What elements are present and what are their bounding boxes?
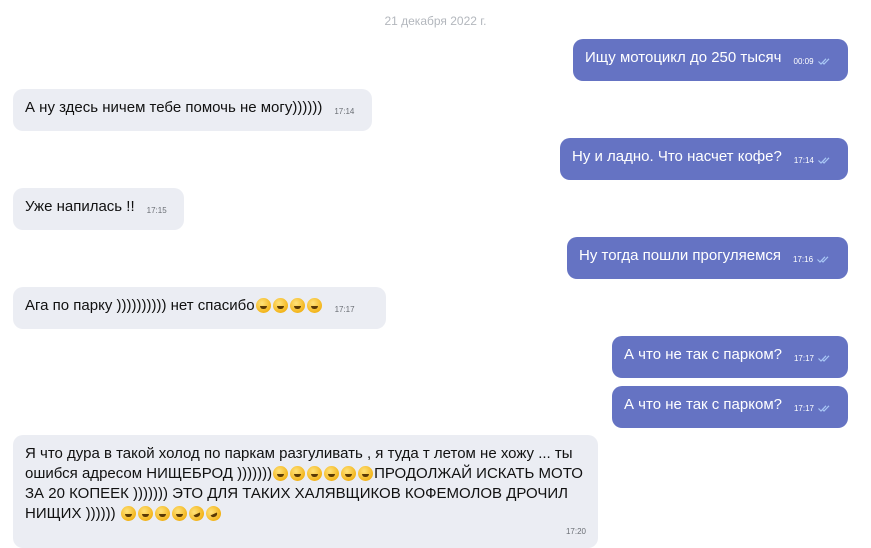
message-outgoing[interactable]: А что не так с парком? 17:17: [612, 336, 848, 378]
message-time: 17:14: [793, 156, 814, 165]
message-meta: 00:09: [794, 50, 830, 72]
message-incoming[interactable]: Уже напилась !! 17:15: [13, 188, 184, 230]
message-meta: 17:20: [37, 520, 586, 542]
rofl-emoji: [186, 503, 207, 524]
message-meta: 17:14: [334, 100, 354, 122]
grinning-sweat-emoji: [272, 298, 288, 313]
message-meta: 17:14: [794, 149, 830, 171]
message-outgoing[interactable]: Ну тогда пошли прогуляемся 17:16: [567, 237, 848, 279]
grinning-sweat-emoji: [358, 466, 374, 481]
message-outgoing[interactable]: А что не так с парком? 17:17: [612, 386, 848, 428]
grinning-sweat-emoji: [255, 298, 271, 313]
double-check-icon: [817, 256, 829, 263]
grinning-sweat-emoji: [273, 466, 289, 481]
message-meta: 17:17: [335, 298, 355, 320]
double-check-icon: [817, 157, 830, 164]
emoji-group: [255, 297, 323, 314]
double-check-icon: [818, 405, 830, 412]
emoji-group: [120, 503, 224, 524]
message-time: 17:17: [793, 404, 814, 413]
message-outgoing[interactable]: Ну и ладно. Что насчет кофе? 17:14: [560, 138, 848, 180]
double-check-icon: [818, 355, 830, 362]
rofl-emoji: [203, 503, 224, 524]
message-text: Ну тогда пошли прогуляемся: [579, 247, 782, 264]
grinning-sweat-emoji: [289, 298, 305, 313]
message-text: Ищу мотоцикл до 250 тысяч: [585, 49, 782, 66]
message-text: Ну и ладно. Что насчет кофе?: [572, 148, 782, 165]
message-meta: 17:17: [794, 397, 830, 419]
message-time: 17:14: [334, 107, 355, 116]
message-text: А что не так с парком?: [624, 346, 782, 363]
grinning-sweat-emoji: [137, 506, 153, 521]
message-incoming[interactable]: А ну здесь ничем тебе помочь не могу))))…: [13, 89, 372, 131]
message-outgoing[interactable]: Ищу мотоцикл до 250 тысяч 00:09: [573, 39, 848, 81]
message-time: 17:15: [146, 206, 167, 215]
message-meta: 17:15: [147, 199, 167, 221]
message-incoming[interactable]: Ага по парку )))))))))) нет спасибо 17:17: [13, 287, 386, 329]
emoji-group: [272, 465, 374, 482]
message-meta: 17:17: [794, 347, 830, 369]
double-check-icon: [817, 58, 830, 65]
grinning-sweat-emoji: [171, 506, 187, 521]
message-time: 17:17: [334, 305, 355, 314]
grinning-sweat-emoji: [154, 506, 170, 521]
grinning-sweat-emoji: [324, 466, 340, 481]
date-separator: 21 декабря 2022 г.: [384, 14, 487, 28]
grinning-sweat-emoji: [290, 466, 306, 481]
grinning-sweat-emoji: [307, 466, 323, 481]
grinning-sweat-emoji: [341, 466, 357, 481]
message-time: 17:17: [793, 354, 814, 363]
message-time: 00:09: [793, 57, 814, 66]
message-text: А что не так с парком?: [624, 396, 782, 413]
message-incoming[interactable]: Я что дура в такой холод по паркам разгу…: [13, 435, 598, 548]
message-time: 17:20: [565, 527, 586, 536]
message-text: Ага по парку )))))))))) нет спасибо: [25, 297, 255, 314]
grinning-sweat-emoji: [120, 506, 136, 521]
message-time: 17:16: [793, 255, 814, 264]
message-text: Уже напилась !!: [25, 198, 135, 215]
message-meta: 17:16: [793, 248, 829, 270]
message-text: А ну здесь ничем тебе помочь не могу))))…: [25, 99, 323, 116]
grinning-sweat-emoji: [306, 298, 322, 313]
